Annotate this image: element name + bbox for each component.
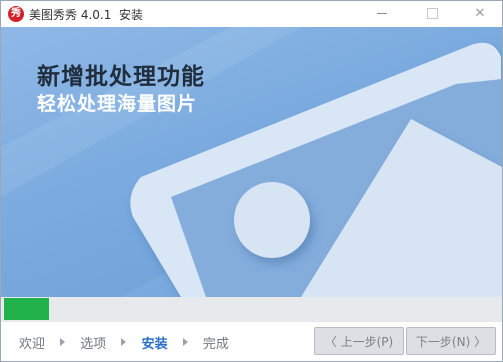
banner-headline: 新增批处理功能 xyxy=(37,64,205,90)
installer-window: 秀 美图秀秀 4.0.1 安装 ✕ 新增批处理功能 轻松处理海量图片 欢迎 选项… xyxy=(0,0,503,362)
meitu-logo-icon: 秀 xyxy=(8,6,24,22)
wizard-footer: 欢迎 选项 安装 完成 〈 上一步(P) 下一步(N) 〉 xyxy=(1,321,502,361)
minimize-icon xyxy=(377,13,387,14)
install-progress-fill xyxy=(4,298,49,320)
previous-button[interactable]: 〈 上一步(P) xyxy=(314,327,404,355)
step-finish: 完成 xyxy=(202,337,229,352)
maximize-icon xyxy=(426,8,438,19)
window-title: 美图秀秀 4.0.1 安装 xyxy=(29,8,143,22)
step-arrow-icon xyxy=(182,337,188,346)
wizard-steps: 欢迎 选项 安装 完成 xyxy=(19,333,229,352)
feature-banner: 新增批处理功能 轻松处理海量图片 xyxy=(1,27,502,297)
step-arrow-icon xyxy=(121,337,127,346)
next-button[interactable]: 下一步(N) 〉 xyxy=(406,327,496,355)
install-progress-bar xyxy=(1,297,502,321)
step-welcome: 欢迎 xyxy=(19,337,46,352)
close-icon: ✕ xyxy=(474,6,486,21)
minimize-button[interactable] xyxy=(365,1,399,27)
maximize-button[interactable] xyxy=(415,1,449,27)
banner-subline: 轻松处理海量图片 xyxy=(37,93,198,115)
step-options: 选项 xyxy=(80,337,107,352)
step-arrow-icon xyxy=(60,337,66,346)
close-button[interactable]: ✕ xyxy=(463,1,497,27)
step-install: 安装 xyxy=(141,337,168,352)
title-bar[interactable]: 秀 美图秀秀 4.0.1 安装 ✕ xyxy=(1,1,502,27)
